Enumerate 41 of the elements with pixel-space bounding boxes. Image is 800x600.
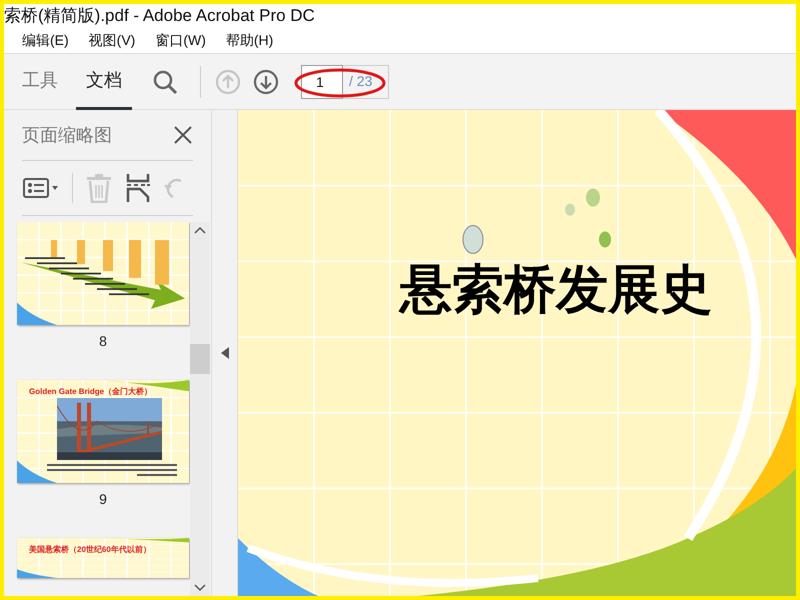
text-line-drawing bbox=[73, 278, 113, 280]
text-line-drawing bbox=[25, 257, 65, 259]
panel-title: 页面缩略图 bbox=[22, 124, 112, 146]
slide-title: 悬索桥发展史 bbox=[400, 261, 712, 321]
text-line-drawing bbox=[85, 283, 125, 285]
page-thumbnail[interactable]: Golden Gate Bridge（金门大桥） bbox=[17, 380, 189, 483]
tab[interactable]: 工具 bbox=[12, 54, 68, 110]
options-icon[interactable] bbox=[22, 176, 60, 200]
menu-item[interactable]: 视图(V) bbox=[88, 30, 136, 51]
corner-swoosh bbox=[17, 302, 57, 325]
column bbox=[51, 240, 57, 258]
menu-item[interactable]: 窗口(W) bbox=[155, 30, 206, 51]
page-count: / 23 bbox=[343, 64, 389, 98]
menu-item[interactable]: 编辑(E) bbox=[22, 30, 69, 51]
collapse-icon[interactable] bbox=[220, 347, 228, 359]
page-number: 8 bbox=[99, 332, 107, 351]
scroll-up-icon[interactable] bbox=[194, 226, 206, 234]
column bbox=[155, 240, 169, 285]
scrollbar[interactable] bbox=[190, 222, 210, 596]
column bbox=[103, 240, 113, 271]
corner-swoosh bbox=[17, 460, 57, 483]
page-number: 9 bbox=[99, 490, 107, 509]
text-line-drawing bbox=[37, 262, 77, 264]
page-thumbnail[interactable]: 美国悬索桥（20世纪60年代以前） bbox=[17, 538, 189, 578]
text-line-drawing bbox=[49, 268, 89, 270]
corner-swoosh bbox=[17, 569, 57, 578]
slide-heading: Golden Gate Bridge（金门大桥） bbox=[29, 386, 152, 398]
scroll-down-icon[interactable] bbox=[194, 584, 206, 592]
text-line-drawing bbox=[61, 272, 101, 274]
scroll-thumb[interactable] bbox=[190, 344, 210, 374]
column bbox=[129, 240, 141, 278]
extract-page-icon[interactable] bbox=[125, 173, 151, 203]
search-icon[interactable] bbox=[152, 68, 178, 94]
page-thumbnail[interactable] bbox=[17, 222, 189, 325]
slide-heading: 美国悬索桥（20世纪60年代以前） bbox=[29, 544, 151, 556]
text-line-drawing bbox=[109, 293, 149, 296]
text-line-drawing bbox=[97, 288, 137, 290]
menu-item[interactable]: 帮助(H) bbox=[226, 30, 274, 51]
close-icon[interactable] bbox=[173, 125, 193, 145]
column bbox=[77, 240, 85, 264]
window-title: 索桥(精简版).pdf - Adobe Acrobat Pro DC bbox=[4, 5, 315, 28]
